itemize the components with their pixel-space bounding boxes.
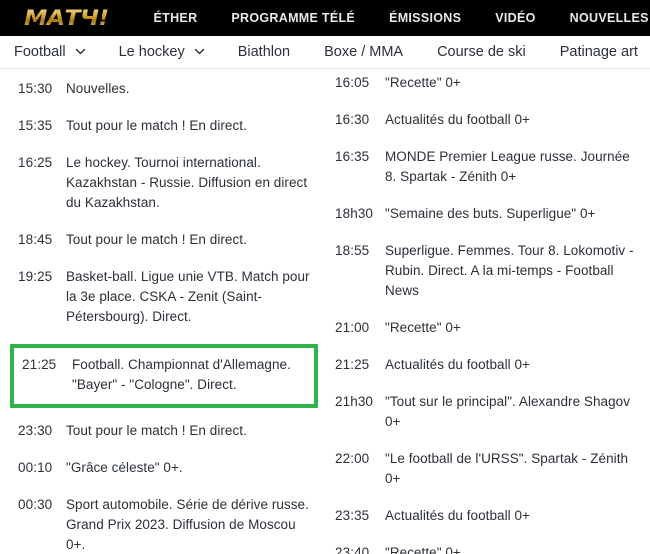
- schedule-row-title: "Grâce céleste" 0+.: [66, 460, 183, 475]
- schedule-row-title: Superligue. Femmes. Tour 8. Lokomotiv - …: [385, 243, 634, 298]
- schedule-row-time: 16:30: [335, 112, 370, 127]
- schedule-row-time: 16:25: [18, 155, 53, 170]
- schedule-row-title: Tout pour le match ! En direct.: [66, 118, 247, 133]
- sub-nav-item-le-hockey[interactable]: Le hockey: [119, 44, 204, 60]
- sub-nav-item-label: Football: [14, 44, 66, 60]
- category-navigation-bar: Football Le hockey Biathlon Boxe / MMA Cours…: [0, 36, 650, 69]
- schedule-row-time: 16:35: [335, 149, 370, 164]
- schedule-row-title: Nouvelles.: [66, 81, 130, 96]
- sub-nav-item-course-de-ski[interactable]: Course de ski: [437, 44, 526, 60]
- schedule-row[interactable]: 21h30 "Tout sur le principal". Alexandre …: [325, 392, 650, 432]
- schedule-row[interactable]: 00:10 "Grâce céleste" 0+.: [0, 458, 325, 478]
- top-nav-item-nouvelles[interactable]: NOUVELLES: [570, 11, 649, 25]
- schedule-row-title: Actualités du football 0+: [385, 112, 530, 127]
- schedule-row-time: 22:00: [335, 451, 370, 466]
- schedule-row-title: Le hockey. Tournoi international. Kazakh…: [66, 155, 308, 210]
- schedule-row[interactable]: 22:00 "Le football de l'URSS". Spartak - …: [325, 449, 650, 489]
- sub-nav-item-label: Course de ski: [437, 44, 526, 60]
- schedule-row[interactable]: 16:25 Le hockey. Tournoi international. K…: [0, 153, 325, 213]
- schedule-row-title: Actualités du football 0+: [385, 357, 530, 372]
- top-nav-links: ÉTHER PROGRAMME TÉLÉ ÉMISSIONS VIDÉO NOUVELL…: [154, 11, 650, 25]
- schedule-row-time: 23:35: [335, 508, 370, 523]
- schedule-row-time: 21:25: [22, 357, 57, 372]
- chevron-down-icon[interactable]: [75, 46, 85, 56]
- tv-schedule: 15:30 Nouvelles. 15:35 Tout pour le match !…: [0, 69, 650, 554]
- top-nav-item--missions[interactable]: ÉMISSIONS: [389, 11, 461, 25]
- schedule-row[interactable]: 18:55 Superligue. Femmes. Tour 8. Lokomot…: [325, 241, 650, 301]
- schedule-row-title: "Semaine des buts. Superligue" 0+: [385, 206, 596, 221]
- schedule-row-title: MONDE Premier League russe. Journée 8. S…: [385, 149, 630, 184]
- schedule-row-time: 15:30: [18, 81, 53, 96]
- top-nav-item-vid-o[interactable]: VIDÉO: [495, 11, 535, 25]
- schedule-row-time: 18h30: [335, 206, 374, 221]
- schedule-row[interactable]: 23:30 Tout pour le match ! En direct.: [0, 421, 325, 441]
- schedule-row[interactable]: 00:30 Sport automobile. Série de dérive r…: [0, 495, 325, 554]
- top-navigation-bar: МАТЧ! ÉTHER PROGRAMME TÉLÉ ÉMISSIONS VIDÉO N…: [0, 0, 650, 36]
- sub-nav-item-boxe-mma[interactable]: Boxe / MMA: [324, 44, 403, 60]
- schedule-row-time: 18:55: [335, 243, 370, 258]
- site-logo[interactable]: МАТЧ!: [24, 6, 109, 30]
- schedule-row-title: Sport automobile. Série de dérive russe.…: [66, 497, 309, 552]
- schedule-row-title: "Tout sur le principal". Alexandre Shago…: [385, 394, 631, 429]
- sub-nav-item-biathlon[interactable]: Biathlon: [238, 44, 290, 60]
- schedule-row-time: 00:10: [18, 460, 53, 475]
- schedule-row[interactable]: 16:05 "Recette" 0+: [325, 73, 650, 93]
- schedule-row-time: 21:00: [335, 320, 370, 335]
- schedule-row-time: 15:35: [18, 118, 53, 133]
- schedule-row[interactable]: 15:35 Tout pour le match ! En direct.: [0, 116, 325, 136]
- schedule-row[interactable]: 23:40 "Recette" 0+: [325, 543, 650, 554]
- schedule-row-time: 23:30: [18, 423, 53, 438]
- schedule-row-title: Actualités du football 0+: [385, 508, 530, 523]
- schedule-row-title: Tout pour le match ! En direct.: [66, 232, 247, 247]
- schedule-row-title: Football. Championnat d'Allemagne. "Baye…: [72, 357, 291, 392]
- schedule-row-highlighted[interactable]: 21:25 Football. Championnat d'Allemagne. …: [10, 344, 318, 408]
- schedule-row[interactable]: 18:45 Tout pour le match ! En direct.: [0, 230, 325, 250]
- schedule-row-title: Basket-ball. Ligue unie VTB. Match pour …: [66, 269, 310, 324]
- schedule-column-right: 16:05 "Recette" 0+ 16:30 Actualités du foot…: [325, 69, 650, 554]
- top-nav-item-programme-t-l-[interactable]: PROGRAMME TÉLÉ: [231, 11, 355, 25]
- schedule-column-left: 15:30 Nouvelles. 15:35 Tout pour le match !…: [0, 69, 325, 554]
- sub-nav-item-label: Patinage art: [559, 44, 638, 60]
- schedule-row-title: "Recette" 0+: [385, 75, 461, 90]
- sub-nav-item-patinage-art[interactable]: Patinage art: [560, 44, 638, 60]
- sub-nav-item-football[interactable]: Football: [14, 44, 85, 60]
- sub-nav-item-label: Biathlon: [237, 44, 291, 60]
- schedule-row-time: 21:25: [335, 357, 370, 372]
- chevron-down-icon[interactable]: [194, 46, 204, 56]
- schedule-row[interactable]: 16:35 MONDE Premier League russe. Journée…: [325, 147, 650, 187]
- schedule-row[interactable]: 15:30 Nouvelles.: [0, 79, 325, 99]
- schedule-row-title: "Recette" 0+: [385, 320, 461, 335]
- schedule-row-time: 16:05: [335, 75, 370, 90]
- schedule-row-title: Tout pour le match ! En direct.: [66, 423, 247, 438]
- schedule-row-time: 23:40: [335, 545, 370, 554]
- schedule-row[interactable]: 16:30 Actualités du football 0+: [325, 110, 650, 130]
- schedule-row[interactable]: 19:25 Basket-ball. Ligue unie VTB. Match …: [0, 267, 325, 327]
- schedule-row[interactable]: 18h30 "Semaine des buts. Superligue" 0+: [325, 204, 650, 224]
- schedule-row[interactable]: 23:35 Actualités du football 0+: [325, 506, 650, 526]
- schedule-row-time: 18:45: [18, 232, 53, 247]
- schedule-row-title: "Le football de l'URSS". Spartak - Zénit…: [385, 451, 629, 486]
- schedule-row[interactable]: 21:25 Actualités du football 0+: [325, 355, 650, 375]
- sub-nav-item-label: Boxe / MMA: [324, 44, 404, 60]
- sub-nav-item-label: Le hockey: [118, 44, 185, 60]
- schedule-row-time: 19:25: [18, 269, 53, 284]
- schedule-row-time: 21h30: [335, 394, 374, 409]
- top-nav-item--ther[interactable]: ÉTHER: [154, 11, 198, 25]
- schedule-row-time: 00:30: [18, 497, 53, 512]
- schedule-row[interactable]: 21:00 "Recette" 0+: [325, 318, 650, 338]
- schedule-row-title: "Recette" 0+: [385, 545, 461, 554]
